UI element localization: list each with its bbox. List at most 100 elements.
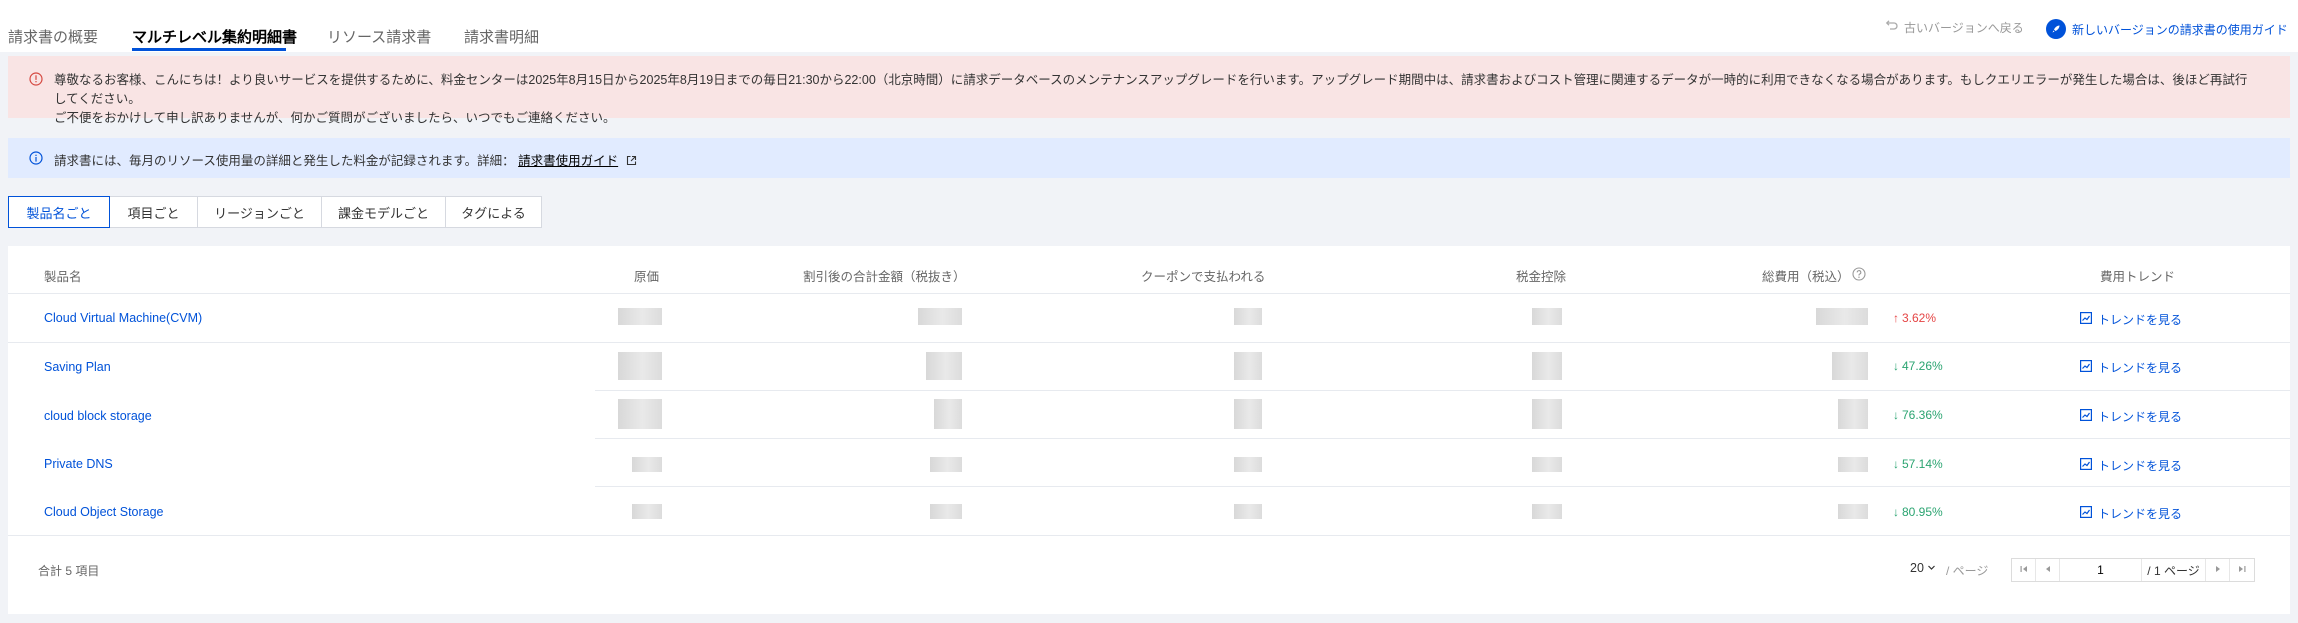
view-trend-link[interactable]: トレンドを見る — [2080, 359, 2182, 376]
rocket-icon — [2046, 19, 2066, 39]
tab-resource-bill[interactable]: リソース請求書 — [327, 26, 431, 47]
first-page-icon — [2019, 561, 2029, 579]
product-name-link[interactable]: Cloud Object Storage — [44, 505, 164, 519]
redacted-value — [930, 457, 962, 472]
column-header-tax-deduction: 税金控除 — [1516, 270, 1567, 284]
redacted-value — [1838, 504, 1868, 519]
cost-change-rate: ↓ 47.26% — [1893, 359, 1943, 373]
next-page-button[interactable] — [2206, 559, 2230, 581]
page-number-input[interactable] — [2060, 559, 2142, 581]
redacted-value — [1532, 504, 1562, 519]
view-trend-link[interactable]: トレンドを見る — [2080, 457, 2182, 474]
new-version-guide-link[interactable]: 新しいバージョンの請求書の使用ガイド — [2046, 19, 2288, 39]
redacted-value — [1234, 352, 1262, 380]
caret-right-icon — [2213, 561, 2223, 579]
chevron-down-icon — [1927, 561, 1936, 575]
group-by-segment-control: 製品名ごと 項目ごと リージョンごと 課金モデルごと タグによる — [8, 196, 542, 228]
trend-chart-icon — [2080, 360, 2093, 375]
row-divider — [8, 535, 2290, 536]
view-trend-link[interactable]: トレンドを見る — [2080, 505, 2182, 522]
first-page-button[interactable] — [2012, 559, 2036, 581]
row-divider — [8, 342, 2290, 343]
redacted-value — [1532, 457, 1562, 472]
error-circle-icon — [29, 72, 43, 91]
info-alert-text: 請求書には、毎月のリソース使用量の詳細と発生した料金が記録されます。詳細： — [54, 154, 515, 168]
back-to-old-version-link[interactable]: 古いバージョンへ戻る — [1884, 19, 2024, 36]
total-pages-label: / 1 ページ — [2142, 559, 2206, 581]
bill-usage-guide-link[interactable]: 請求書使用ガイド — [518, 154, 618, 168]
redacted-value — [1234, 504, 1262, 519]
cost-change-rate: ↓ 80.95% — [1893, 505, 1943, 519]
info-alert: 請求書には、毎月のリソース使用量の詳細と発生した料金が記録されます。詳細： 請求… — [8, 138, 2290, 178]
column-header-total-cost: 総費用（税込） — [1762, 270, 1850, 284]
page-size-select[interactable]: 20 — [1910, 561, 1936, 575]
cost-change-rate: ↓ 57.14% — [1893, 457, 1943, 471]
revert-icon — [1884, 19, 1898, 36]
total-items-count: 合計 5 項目 — [38, 564, 100, 578]
arrow-down-icon: ↓ — [1893, 457, 1899, 471]
tab-bill-overview[interactable]: 請求書の概要 — [8, 26, 98, 47]
summary-table-card: 製品名 原価 割引後の合計金額（税抜き） クーポンで支払われる 税金控除 総費用… — [8, 246, 2290, 614]
redacted-value — [934, 399, 962, 429]
maintenance-alert-line1: 尊敬なるお客様、こんにちは！より良いサービスを提供するために、料金センターは20… — [54, 73, 2248, 106]
product-name-link[interactable]: Private DNS — [44, 457, 113, 471]
arrow-down-icon: ↓ — [1893, 505, 1899, 519]
active-tab-indicator — [132, 48, 286, 51]
view-trend-link[interactable]: トレンドを見る — [2080, 408, 2182, 425]
product-name-link[interactable]: Cloud Virtual Machine(CVM) — [44, 311, 202, 325]
column-header-cost-trend: 費用トレンド — [2100, 270, 2176, 284]
last-page-button[interactable] — [2230, 559, 2254, 581]
redacted-value — [1838, 457, 1868, 472]
per-page-label: / ページ — [1946, 564, 1989, 578]
tab-multilevel-summary[interactable]: マルチレベル集約明細書 — [132, 26, 297, 47]
arrow-up-icon: ↑ — [1893, 311, 1899, 325]
back-to-old-version-label: 古いバージョンへ戻る — [1904, 21, 2024, 35]
column-header-product: 製品名 — [44, 270, 82, 284]
tab-bill-details[interactable]: 請求書明細 — [464, 26, 539, 47]
column-header-original-price: 原価 — [634, 270, 660, 284]
column-header-coupon: クーポンで支払われる — [1141, 270, 1266, 284]
product-name-link[interactable]: cloud block storage — [44, 409, 152, 423]
redacted-value — [1234, 308, 1262, 325]
redacted-value — [918, 308, 962, 325]
segment-by-region[interactable]: リージョンごと — [198, 196, 322, 228]
prev-page-button[interactable] — [2036, 559, 2060, 581]
view-trend-link[interactable]: トレンドを見る — [2080, 311, 2182, 328]
redacted-value — [1234, 399, 1262, 429]
redacted-value — [1234, 457, 1262, 472]
segment-by-tag[interactable]: タグによる — [446, 196, 542, 228]
redacted-value — [632, 457, 662, 472]
pagination: / 1 ページ — [2011, 558, 2255, 582]
redacted-value — [1532, 308, 1562, 325]
trend-chart-icon — [2080, 409, 2093, 424]
trend-chart-icon — [2080, 506, 2093, 521]
arrow-down-icon: ↓ — [1893, 408, 1899, 422]
product-name-link[interactable]: Saving Plan — [44, 360, 111, 374]
column-header-discounted-total: 割引後の合計金額（税抜き） — [803, 270, 966, 284]
maintenance-alert: 尊敬なるお客様、こんにちは！より良いサービスを提供するために、料金センターは20… — [8, 56, 2290, 125]
redacted-value — [930, 504, 962, 519]
cost-change-rate: ↓ 76.36% — [1893, 408, 1943, 422]
caret-left-icon — [2043, 561, 2053, 579]
redacted-value — [618, 308, 662, 325]
row-divider — [595, 390, 2290, 391]
row-divider — [595, 438, 2290, 439]
help-icon[interactable] — [1852, 267, 1866, 286]
segment-by-billing-model[interactable]: 課金モデルごと — [322, 196, 446, 228]
cost-change-rate: ↑ 3.62% — [1893, 311, 1937, 325]
redacted-value — [632, 504, 662, 519]
redacted-value — [1532, 352, 1562, 380]
trend-chart-icon — [2080, 458, 2093, 473]
info-circle-icon — [29, 151, 43, 170]
top-tab-bar: 請求書の概要 マルチレベル集約明細書 リソース請求書 請求書明細 古いバージョン… — [0, 0, 2298, 52]
segment-by-product[interactable]: 製品名ごと — [8, 196, 110, 228]
external-link-icon — [626, 155, 637, 169]
segment-by-item[interactable]: 項目ごと — [110, 196, 198, 228]
redacted-value — [618, 352, 662, 380]
redacted-value — [1832, 352, 1868, 380]
redacted-value — [618, 399, 662, 429]
trend-chart-icon — [2080, 312, 2093, 327]
maintenance-alert-line2: ご不便をおかけして申し訳ありませんが、何かご質問がございましたら、いつでもご連絡… — [54, 111, 616, 125]
redacted-value — [926, 352, 962, 380]
row-divider — [595, 486, 2290, 487]
